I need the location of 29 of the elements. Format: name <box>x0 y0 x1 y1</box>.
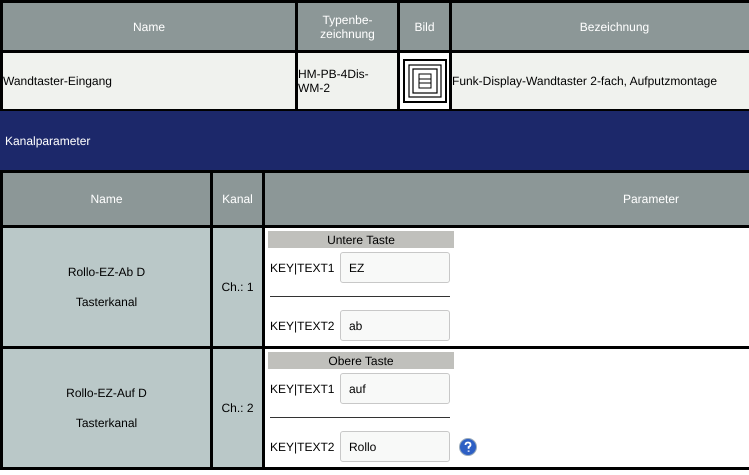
input-field[interactable]: Rollo <box>340 431 450 462</box>
table-cell: HM-PB-4Dis- WM-2 <box>298 53 397 109</box>
column-header: Typenbe- zeichnung <box>298 3 397 50</box>
column-header: Name <box>3 3 295 50</box>
parameter-label: KEY|TEXT2 <box>269 318 336 334</box>
section-title: Kanalparameter <box>5 132 90 150</box>
parameter-label: KEY|TEXT1 <box>269 380 336 398</box>
channel-name: Rollo-EZ-Ab D <box>68 264 146 281</box>
channel-number: Ch.: 2 <box>221 400 254 417</box>
parameter-label: KEY|TEXT1 <box>269 260 336 276</box>
channel-type: Tasterkanal <box>76 294 138 311</box>
channel-type: Tasterkanal <box>76 415 138 432</box>
channel-number: Ch.: 1 <box>221 279 254 296</box>
wall-switch-icon <box>402 59 446 103</box>
help-icon[interactable] <box>459 438 477 456</box>
column-header: Bezeichnung <box>452 3 749 50</box>
group-header: Obere Taste <box>268 352 454 369</box>
column-header: Name <box>3 173 210 225</box>
table-cell: Funk-Display-Wandtaster 2-fach, Aufputzmontage <box>452 53 749 109</box>
input-field[interactable]: auf <box>340 373 450 404</box>
column-header: Kanal <box>213 173 262 225</box>
channel-name: Rollo-EZ-Auf D <box>66 385 147 402</box>
group-header: Untere Taste <box>268 231 454 248</box>
table-cell: Wandtaster-Eingang <box>3 53 295 109</box>
input-field[interactable]: EZ <box>340 252 450 283</box>
input-field[interactable]: ab <box>340 310 450 341</box>
column-header: Parameter <box>265 173 749 225</box>
column-header: Bild <box>400 3 449 50</box>
parameter-label: KEY|TEXT2 <box>269 438 336 456</box>
